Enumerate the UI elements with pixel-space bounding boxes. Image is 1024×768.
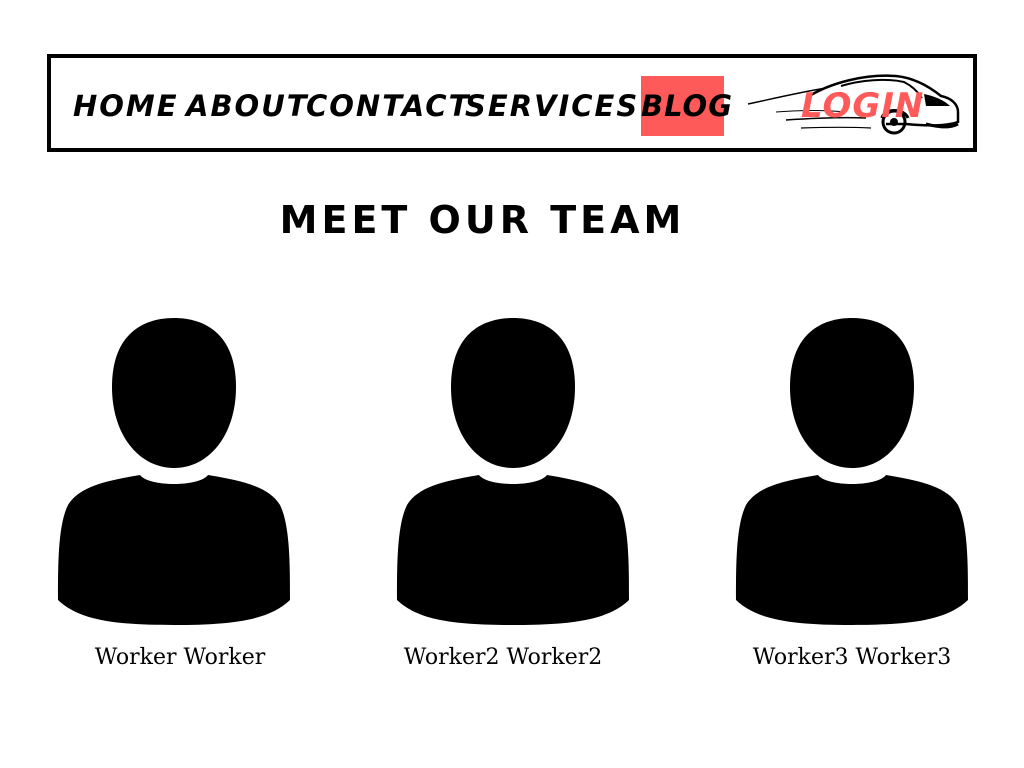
team-member-card: Worker3 Worker3 — [732, 315, 972, 670]
nav-contact-link[interactable]: CONTACT — [306, 76, 470, 136]
top-navbar: HOME ABOUT CONTACT SERVICES BLOG LOGIN — [47, 54, 977, 152]
user-silhouette-icon — [736, 318, 968, 625]
nav-home-link[interactable]: HOME — [73, 76, 179, 136]
page-title: MEET OUR TEAM — [279, 198, 686, 242]
nav-blog-link[interactable]: BLOG — [641, 76, 732, 136]
nav-about-link[interactable]: ABOUT — [186, 76, 309, 136]
team-member-name: Worker3 Worker3 — [752, 645, 952, 670]
team-member-card: Worker2 Worker2 — [393, 315, 633, 670]
team-member-name: Worker2 Worker2 — [403, 645, 603, 670]
team-member-card: Worker Worker — [54, 315, 294, 670]
nav-services-link[interactable]: SERVICES — [465, 76, 639, 136]
login-link[interactable]: LOGIN — [801, 76, 924, 136]
user-silhouette-icon — [397, 318, 629, 625]
user-silhouette-icon — [58, 318, 290, 625]
team-member-name: Worker Worker — [94, 645, 266, 670]
